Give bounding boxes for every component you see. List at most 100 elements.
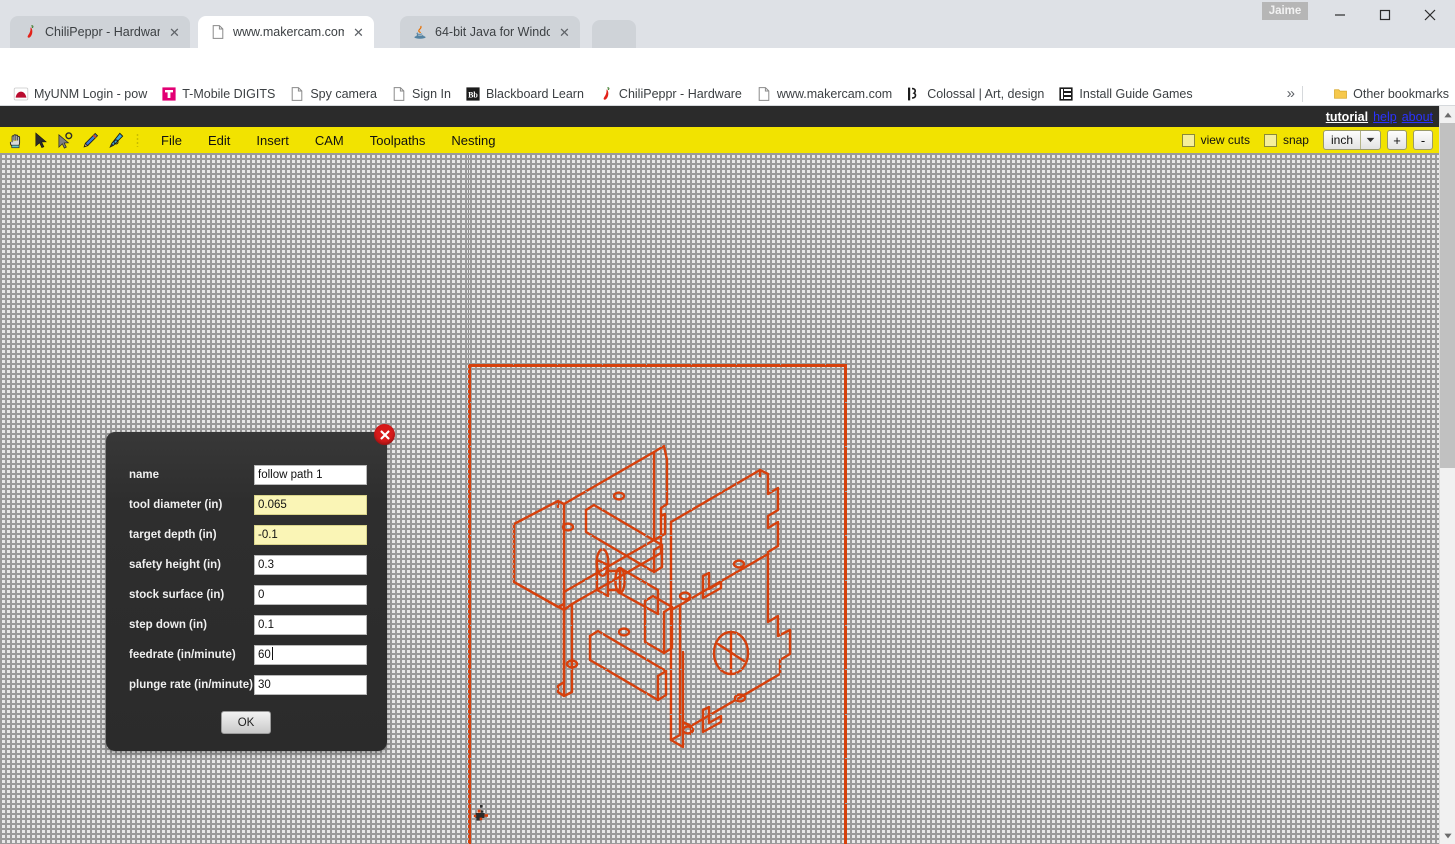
browser-window: ChiliPeppr - Hardware Fid✕www.makercam.c… (0, 0, 1455, 844)
grid-line-horizontal (0, 179, 1439, 180)
dialog-row-3: safety height (in) 0.3 (106, 550, 387, 580)
node-edit-tool[interactable] (55, 130, 75, 150)
menu-toolpaths[interactable]: Toolpaths (357, 133, 439, 148)
bookmark-item-1[interactable]: MyUNM Login - pow (6, 83, 154, 105)
select-tool[interactable] (30, 130, 50, 150)
browser-tab-3[interactable]: 64-bit Java for Windows ✕ (400, 16, 580, 48)
bookmark-item-4[interactable]: Sign In (384, 83, 458, 105)
tab-close-icon[interactable]: ✕ (557, 26, 572, 39)
menu-edit[interactable]: Edit (195, 133, 243, 148)
bookmark-label: Blackboard Learn (485, 86, 584, 101)
new-tab-button[interactable] (592, 20, 636, 48)
scrollbar-thumb[interactable] (1440, 123, 1455, 468)
chevron-up-icon (1444, 112, 1452, 117)
bookmark-item-5[interactable]: Bb Blackboard Learn (458, 83, 591, 105)
bookmark-item-3[interactable]: Spy camera (282, 83, 384, 105)
browser-tab-2[interactable]: www.makercam.com ✕ (198, 16, 374, 48)
menu-file[interactable]: File (148, 133, 195, 148)
menu-insert[interactable]: Insert (243, 133, 302, 148)
snap-label: snap (1282, 133, 1309, 147)
grid-line-vertical (825, 153, 826, 844)
grid-line-vertical (1271, 153, 1272, 844)
grid-line-vertical (22, 153, 23, 844)
zoom-out-button[interactable]: - (1413, 130, 1433, 150)
field-label: step down (in) (129, 619, 207, 631)
maximize-button[interactable] (1362, 0, 1407, 30)
view-cuts-toggle[interactable]: view cuts (1181, 133, 1250, 147)
field-input-step[interactable]: 0.1 (254, 615, 367, 635)
dialog-row-2: target depth (in) -0.1 (106, 520, 387, 550)
minimize-icon (1334, 14, 1345, 16)
pan-hand-tool[interactable] (5, 130, 25, 150)
dialog-ok-button[interactable]: OK (221, 711, 271, 734)
bracket-assembly-outline (512, 444, 792, 749)
toolbar-grip (136, 133, 139, 147)
profile-button[interactable]: Jaime (1262, 2, 1308, 20)
zoom-in-button[interactable]: + (1387, 130, 1407, 150)
toolpath-settings-dialog: name follow path 1 tool diameter (in) 0.065… (106, 424, 395, 751)
makercam-toolbar: File Edit Insert CAM Toolpaths Nesting view c… (0, 127, 1439, 153)
installguide-icon (1059, 86, 1073, 101)
grid-line-vertical (1405, 153, 1406, 844)
grid-line-horizontal (0, 803, 1439, 804)
tutorial-link[interactable]: tutorial (1326, 110, 1368, 124)
menu-cam[interactable]: CAM (302, 133, 357, 148)
grid-line-vertical (1360, 153, 1361, 844)
tab-close-icon[interactable]: ✕ (167, 26, 182, 39)
pencil-tool[interactable] (80, 130, 100, 150)
chilipeppr-icon (27, 25, 34, 38)
field-label: name (129, 469, 160, 481)
grid-line-vertical (1092, 153, 1093, 844)
bookmark-item-6[interactable]: ChiliPeppr - Hardware (591, 83, 749, 105)
field-input-name[interactable]: follow path 1 (254, 465, 367, 485)
pen-tool[interactable] (105, 130, 125, 150)
close-window-button[interactable] (1407, 0, 1452, 30)
cad-artwork[interactable] (468, 364, 850, 844)
dialog-fields: name follow path 1 tool diameter (in) 0.065… (106, 460, 387, 700)
other-bookmarks-button[interactable]: Other bookmarks (1333, 86, 1449, 101)
scroll-up-button[interactable] (1440, 106, 1455, 123)
chevron-down-icon[interactable] (1360, 131, 1380, 149)
about-link[interactable]: about (1402, 110, 1433, 124)
bookmarks-divider (1302, 86, 1303, 102)
dialog-close-button[interactable] (374, 424, 395, 445)
field-input-plunge[interactable]: 30 (254, 675, 367, 695)
field-input-stock[interactable]: 0 (254, 585, 367, 605)
scroll-down-button[interactable] (1440, 827, 1455, 844)
field-label: stock surface (in) (129, 589, 225, 601)
bookmark-item-8[interactable]: Colossal | Art, design (899, 83, 1051, 105)
bookmark-item-2[interactable]: T-Mobile DIGITS (154, 83, 282, 105)
tab-title: ChiliPeppr - Hardware Fid (45, 25, 160, 39)
help-link[interactable]: help (1373, 110, 1397, 124)
field-input-tool[interactable]: 0.065 (254, 495, 367, 515)
field-input-feedrate[interactable]: 60 (254, 645, 367, 665)
page-icon (292, 86, 303, 101)
grid-line-vertical (736, 153, 737, 844)
menu-nesting[interactable]: Nesting (438, 133, 508, 148)
field-label: tool diameter (in) (129, 499, 223, 511)
grid-line-vertical (1003, 153, 1004, 844)
grid-line-vertical (423, 153, 424, 844)
menu-bar: File Edit Insert CAM Toolpaths Nesting (148, 133, 509, 148)
field-input-target[interactable]: -0.1 (254, 525, 367, 545)
bookmark-label: MyUNM Login - pow (34, 86, 148, 101)
view-cuts-checkbox[interactable] (1181, 133, 1195, 147)
field-input-safety[interactable]: 0.3 (254, 555, 367, 575)
grid-line-vertical (1226, 153, 1227, 844)
bookmark-item-7[interactable]: www.makercam.com (749, 83, 899, 105)
minimize-button[interactable] (1317, 0, 1362, 30)
bookmark-item-9[interactable]: Install Guide Games (1051, 83, 1199, 105)
bookmark-label: www.makercam.com (776, 86, 893, 101)
bookmarks-overflow-button[interactable]: » (1287, 85, 1295, 102)
snap-checkbox[interactable] (1263, 133, 1277, 147)
grid-line-horizontal (0, 312, 1439, 313)
units-select[interactable]: inch (1322, 130, 1381, 150)
browser-tab-1[interactable]: ChiliPeppr - Hardware Fid ✕ (10, 16, 190, 48)
pencil-icon (83, 132, 98, 147)
vertical-scrollbar[interactable] (1439, 106, 1455, 844)
tab-close-icon[interactable]: ✕ (351, 26, 366, 39)
grid-line-vertical (869, 153, 870, 844)
grid-line-horizontal (0, 223, 1439, 224)
snap-toggle[interactable]: snap (1263, 133, 1309, 147)
dialog-row-5: step down (in) 0.1 (106, 610, 387, 640)
